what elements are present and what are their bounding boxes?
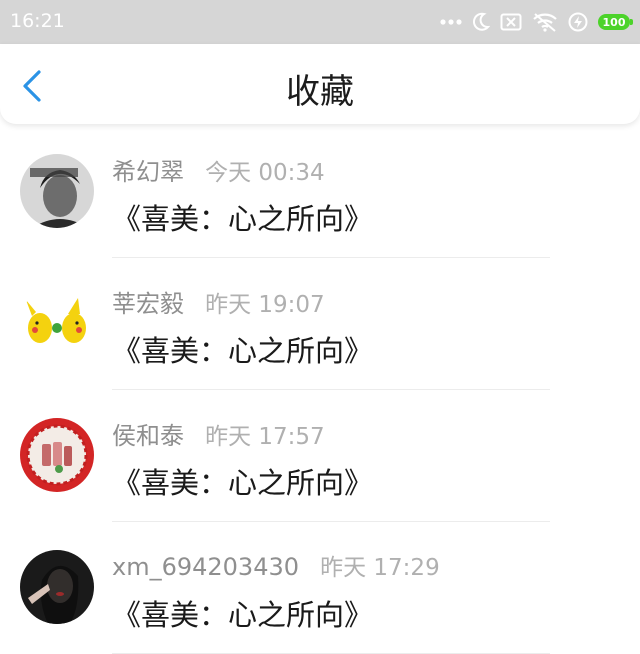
no-sim-icon <box>500 13 522 31</box>
user-line: 侯和泰 昨天 17:57 <box>112 416 325 451</box>
nav-bar: 收藏 <box>0 44 640 124</box>
favorite-title[interactable]: 《喜美：心之所向》 <box>112 196 373 238</box>
user-name[interactable]: xm_694203430 <box>112 553 299 581</box>
user-line: 希幻翠 今天 00:34 <box>112 152 325 187</box>
battery-level: 100 <box>602 15 626 29</box>
wifi-icon <box>533 13 557 32</box>
user-name[interactable]: 希幻翠 <box>112 158 184 186</box>
page-title: 收藏 <box>286 72 354 112</box>
avatar[interactable] <box>20 286 94 360</box>
battery-icon: 100 <box>598 14 633 30</box>
favorite-title[interactable]: 《喜美：心之所向》 <box>112 592 373 634</box>
post-time: 今天 00:34 <box>205 160 325 186</box>
favorites-list: 希幻翠 今天 00:34 《喜美：心之所向》 莘宏毅 昨天 19:07 《喜美：… <box>0 126 640 654</box>
charging-icon <box>568 12 588 32</box>
favorite-title[interactable]: 《喜美：心之所向》 <box>112 460 373 502</box>
list-item[interactable]: xm_694203430 昨天 17:29 《喜美：心之所向》 <box>0 522 640 654</box>
list-item[interactable]: 莘宏毅 昨天 19:07 《喜美：心之所向》 <box>0 258 640 390</box>
list-item[interactable]: 希幻翠 今天 00:34 《喜美：心之所向》 <box>0 126 640 258</box>
more-dots-icon <box>440 19 462 25</box>
moon-icon <box>473 12 490 31</box>
status-time: 16:21 <box>10 10 65 32</box>
post-time: 昨天 17:57 <box>205 424 325 450</box>
favorite-title[interactable]: 《喜美：心之所向》 <box>112 328 373 370</box>
avatar[interactable] <box>20 418 94 492</box>
user-name[interactable]: 莘宏毅 <box>112 290 184 318</box>
list-item[interactable]: 侯和泰 昨天 17:57 《喜美：心之所向》 <box>0 390 640 522</box>
user-name[interactable]: 侯和泰 <box>112 422 184 450</box>
post-time: 昨天 17:29 <box>320 555 440 581</box>
avatar[interactable] <box>20 154 94 228</box>
status-icons: 100 <box>440 9 633 35</box>
user-line: xm_694203430 昨天 17:29 <box>112 548 440 582</box>
post-time: 昨天 19:07 <box>205 292 325 318</box>
status-bar: 16:21 100 <box>0 0 640 44</box>
user-line: 莘宏毅 昨天 19:07 <box>112 284 325 319</box>
avatar[interactable] <box>20 550 94 624</box>
